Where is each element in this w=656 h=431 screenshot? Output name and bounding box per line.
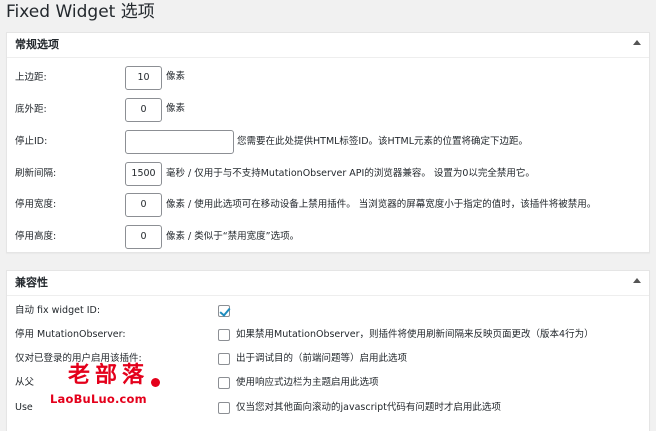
refresh-interval-input[interactable]: 1500: [125, 162, 162, 186]
watermark-url: LaoBuLuo.com: [50, 392, 147, 406]
responsive-sidebar-desc: 使用响应式边栏为主题启用此选项: [236, 377, 379, 388]
scroll-conflict-label: Use: [15, 402, 33, 413]
stop-id-label: 停止ID:: [15, 136, 48, 147]
scroll-conflict-checkbox[interactable]: [218, 402, 230, 414]
disable-width-row: 停用宽度: 0 像素 / 使用此选项可在移动设备上禁用插件。 当浏览器的屏幕宽度…: [7, 190, 649, 220]
general-options-box: 常规选项 上边距: 10 像素 底外距: 0 像素 停止ID: 您需要在此处提供…: [6, 32, 650, 253]
stop-id-row: 停止ID: 您需要在此处提供HTML标签ID。该HTML元素的位置将确定下边距。: [7, 127, 649, 157]
general-options-title: 常规选项: [15, 38, 59, 51]
disable-height-label: 停用高度:: [15, 231, 57, 242]
compatibility-header[interactable]: 兼容性: [7, 271, 649, 296]
bottom-margin-label: 底外距:: [15, 104, 47, 115]
collapse-toggle-icon[interactable]: [633, 278, 641, 283]
disable-mutation-observer-label: 停用 MutationObserver:: [15, 329, 126, 340]
disable-height-input[interactable]: 0: [125, 225, 162, 249]
logged-in-only-checkbox[interactable]: [218, 353, 230, 365]
disable-mutation-observer-row: 停用 MutationObserver: 如果禁用MutationObserve…: [7, 325, 649, 345]
disable-mutation-observer-desc: 如果禁用MutationObserver，则插件将使用刷新间隔来反映页面更改（版…: [236, 329, 594, 340]
disable-width-input[interactable]: 0: [125, 193, 162, 217]
scroll-conflict-desc: 仅当您对其他面向滚动的javascript代码有问题时才启用此选项: [236, 402, 501, 413]
logged-in-only-desc: 出于调试目的（前端问题等）启用此选项: [236, 353, 408, 364]
bottom-margin-row: 底外距: 0 像素: [7, 95, 649, 125]
stop-id-desc: 您需要在此处提供HTML标签ID。该HTML元素的位置将确定下边距。: [237, 136, 528, 147]
top-margin-row: 上边距: 10 像素: [7, 63, 649, 93]
refresh-interval-label: 刷新间隔:: [15, 168, 57, 179]
bottom-margin-unit: 像素: [166, 103, 186, 114]
top-margin-unit: 像素: [166, 71, 186, 82]
auto-fix-row: 自动 fix widget ID:: [7, 301, 649, 321]
responsive-sidebar-checkbox[interactable]: [218, 377, 230, 389]
top-margin-input[interactable]: 10: [125, 66, 162, 90]
responsive-sidebar-label: 从父: [15, 377, 35, 388]
top-margin-label: 上边距:: [15, 72, 47, 83]
stop-id-input[interactable]: [125, 130, 234, 154]
disable-mutation-observer-checkbox[interactable]: [218, 329, 230, 341]
watermark-dot-icon: [151, 377, 161, 387]
disable-height-row: 停用高度: 0 像素 / 类似于“禁用宽度”选项。: [7, 222, 649, 252]
disable-width-desc: 像素 / 使用此选项可在移动设备上禁用插件。 当浏览器的屏幕宽度小于指定的值时，…: [166, 199, 597, 210]
disable-height-desc: 像素 / 类似于“禁用宽度”选项。: [166, 231, 300, 242]
watermark-text: 老部落: [68, 363, 150, 388]
disable-width-label: 停用宽度:: [15, 199, 57, 210]
bottom-margin-input[interactable]: 0: [125, 98, 162, 122]
refresh-interval-row: 刷新间隔: 1500 毫秒 / 仅用于与不支持MutationObserver …: [7, 159, 649, 189]
compatibility-title: 兼容性: [15, 276, 48, 289]
collapse-toggle-icon[interactable]: [633, 40, 641, 45]
page-title: Fixed Widget 选项: [6, 2, 155, 22]
auto-fix-checkbox[interactable]: [218, 305, 230, 317]
general-options-header[interactable]: 常规选项: [7, 33, 649, 58]
watermark-brand: 老部落: [68, 362, 161, 390]
refresh-interval-desc: 毫秒 / 仅用于与不支持MutationObserver API的浏览器兼容。 …: [166, 168, 535, 179]
auto-fix-label: 自动 fix widget ID:: [15, 305, 101, 316]
watermark-logo: 老部落 LaoBuLuo.com: [48, 362, 198, 410]
